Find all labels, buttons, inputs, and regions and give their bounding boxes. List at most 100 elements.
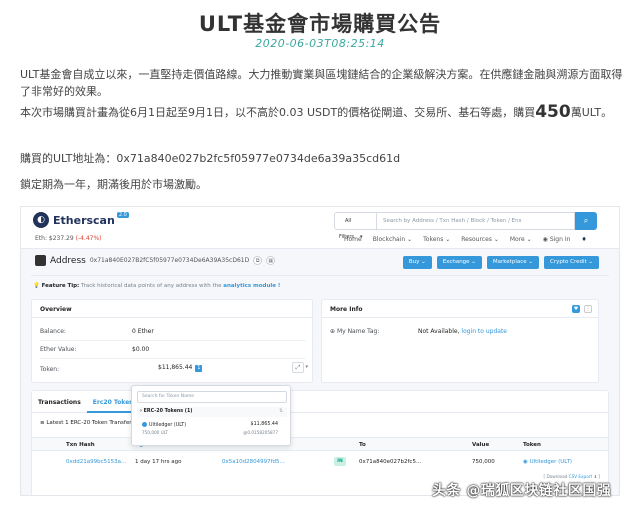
eth-price-value: Eth: $237.29 [35,235,74,242]
ether-value-label: Ether Value: [40,346,77,353]
qr-code-icon[interactable]: ▦ [266,256,276,265]
token-item-name: Ultiledger (ULT) [149,423,187,428]
login-to-update-link[interactable]: login to update [461,328,507,335]
eth-price: Eth: $237.29 (-4.47%) [35,235,102,242]
row-token-name: Ultiledger (ULT) [529,459,573,465]
nav-sign-in[interactable]: ◉ Sign In [543,236,571,243]
sort-icon: ⇅ [278,409,283,414]
more-info-actions: ♥ ⋮ [572,305,592,313]
action-buttons: Buy ⌄ Exchange ⌄ Marketplace ⌄ Crypto Cr… [402,256,599,269]
feature-tip: 💡 Feature Tip: Track historical data poi… [33,283,280,289]
token-dropdown: Search for Token Name › ERC-20 Tokens (1… [131,385,291,446]
search-input[interactable]: Search by Address / Txn Hash / Block / T… [377,212,575,230]
col-txn-hash: Txn Hash [66,442,95,448]
exchange-button[interactable]: Exchange ⌄ [436,256,482,269]
erc20-group-label: ERC-20 Tokens (1) [143,409,193,414]
eth-price-change: (-4.47%) [75,235,102,242]
plan-unit: 萬ULT。 [570,106,613,119]
name-tag-value: Not Available, login to update [418,328,507,335]
token-icon: ◉ [523,459,528,465]
csv-export-link[interactable]: CSV Export [569,474,593,479]
sign-in-label: Sign In [549,236,571,243]
ether-value: $0.00 [132,346,150,353]
token-value: $11,865.44 [158,364,193,371]
name-tag-label: ⊕ My Name Tag: [330,328,380,335]
row-to: 0x71a840e027b2fc5… [359,459,422,465]
token-search-input[interactable]: Search for Token Name [137,391,287,403]
csv-prefix: [ Download [543,474,568,479]
address-hash: 0x71a840E027B2fC5f05977e0734De6A39A35cD6… [89,257,250,264]
erc20-token-group[interactable]: › ERC-20 Tokens (1) ⇅ [137,407,287,417]
etherscan-logo[interactable]: ◐ Etherscan 2.0 [33,212,129,228]
paragraph-plan: 本次市場購買計畫為從6月1日起至9月1日，以不高於0.03 USDT的價格從閘道… [20,104,625,121]
table-header: Txn Hash Age To Value Token [32,437,608,451]
main-nav: Home Blockchain ⌄ Tokens ⌄ Resources ⌄ M… [344,236,587,243]
csv-suffix: ] [598,474,600,479]
token-item-details: 750,000 ULT @0.0158205877 [142,430,286,435]
feature-tip-label: Feature Tip: [41,283,80,289]
lightbulb-icon: 💡 [33,283,40,289]
transaction-tabs: Transactions Erc20 Token Txns [32,391,608,413]
address-avatar [35,255,46,266]
search-filter-select[interactable]: All Filters ▾ [334,212,377,240]
divider [40,358,306,359]
analytics-module-link[interactable]: analytics module ! [223,283,280,289]
crypto-credit-button[interactable]: Crypto Credit ⌄ [543,256,599,269]
row-token[interactable]: ◉ Ultiledger (ULT) [523,459,572,465]
balance-label: Balance: [40,328,66,335]
etherscan-logo-icon: ◐ [33,212,49,228]
search-icon[interactable]: ⌕ [575,212,597,230]
token-item[interactable]: Ultiledger (ULT) $11,865.44 [142,422,286,428]
token-item-rate: @0.0158205877 [243,430,278,435]
nav-tokens[interactable]: Tokens ⌄ [423,236,450,243]
col-to: To [359,442,366,448]
row-value: 750,000 [472,459,495,465]
address-label: Address [50,255,86,266]
overview-title: Overview [32,300,312,318]
marketplace-button[interactable]: Marketplace ⌄ [486,256,539,269]
col-value: Value [472,442,490,448]
article-date: 2020-06-03T08:25:14 [255,37,385,50]
col-token: Token [523,442,541,448]
feature-tip-text: Track historical data points of any addr… [81,283,222,289]
address-heading: Address 0x71a840E027B2fC5f05977e0734De6A… [35,255,276,266]
heart-icon[interactable]: ♥ [572,305,580,313]
tab-transactions[interactable]: Transactions [32,391,87,413]
token-item-amount: $11,865.44 [250,422,278,427]
logo-version-badge: 2.0 [116,212,129,218]
row-age: 1 day 17 hrs ago [135,459,182,465]
divider [40,340,306,341]
row-txn-hash[interactable]: 0xdd21a99bc5153a… [66,459,127,465]
nav-more[interactable]: More ⌄ [510,236,532,243]
name-tag-status: Not Available, [418,328,460,335]
plan-amount: 450 [535,102,571,122]
copy-icon[interactable]: ⧉ [253,256,263,265]
nav-resources[interactable]: Resources ⌄ [461,236,499,243]
direction-badge: IN [334,457,346,466]
plan-text: 本次市場購買計畫為從6月1日起至9月1日，以不高於0.03 USDT的價格從閘道… [20,106,536,119]
nav-blockchain[interactable]: Blockchain ⌄ [373,236,412,243]
etherscan-screenshot: ◐ Etherscan 2.0 Eth: $237.29 (-4.47%) Al… [20,206,620,496]
balance-value: 0 Ether [132,328,154,335]
paragraph-address: 購買的ULT地址為：0x71a840e027b2fc5f05977e0734de… [20,152,401,165]
chevron-down-icon: ▾ [305,364,308,370]
name-tag-label-text: My Name Tag: [336,328,380,335]
buy-button[interactable]: Buy ⌄ [402,256,432,269]
expand-icon[interactable]: ⤢ [292,362,304,373]
overview-card: Overview Balance: 0 Ether Ether Value: $… [31,299,313,383]
ethereum-icon[interactable]: ♦ [581,236,586,243]
token-item-qty: 750,000 ULT [142,430,169,435]
nav-home[interactable]: Home [344,236,362,243]
paragraph-intro: ULT基金會自成立以來，一直堅持走價值路線。大力推動實業與區塊鏈結合的企業級解決… [20,68,623,98]
etherscan-header: ◐ Etherscan 2.0 Eth: $237.29 (-4.47%) Al… [21,207,619,249]
token-label: Token: [40,366,60,373]
csv-export: [ Download CSV Export ⬇ ] [544,474,600,479]
token-select[interactable]: $11,865.44 1 ▾ [158,364,312,376]
divider [31,275,609,276]
more-info-title: More Info [322,300,598,318]
row-from[interactable]: 0x5a10d2804997fd5… [222,459,285,465]
more-options-icon[interactable]: ⋮ [584,305,592,313]
download-icon: ⬇ [593,474,598,479]
article-title: ULT基金會市場購買公告 [198,12,442,36]
etherscan-logo-text: Etherscan [53,213,115,227]
